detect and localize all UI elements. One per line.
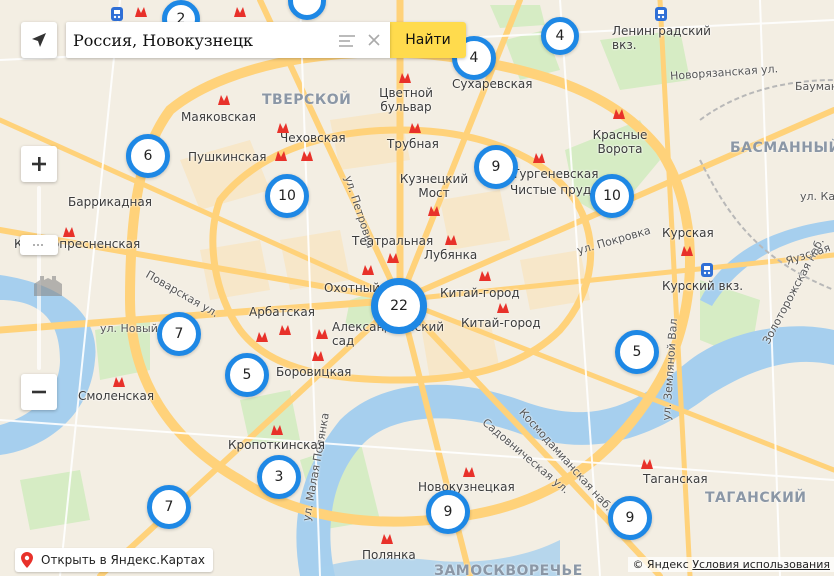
zoom-in-button[interactable] xyxy=(21,146,57,182)
station-mayakovskaya: Маяковская xyxy=(181,110,257,124)
metro-icon xyxy=(409,123,421,133)
cluster-marker[interactable]: 4 xyxy=(541,17,579,55)
railway-icon xyxy=(111,7,123,21)
metro-icon xyxy=(399,73,411,83)
railway-icon xyxy=(655,7,667,21)
cluster-marker[interactable]: 7 xyxy=(157,312,201,356)
station-kitay-gorod-1: Китай-город xyxy=(440,286,520,300)
metro-icon xyxy=(234,7,246,17)
grip-icon xyxy=(33,244,43,246)
metro-icon xyxy=(113,377,125,387)
station-polyanka: Полянка xyxy=(362,548,416,562)
metro-icon xyxy=(387,253,399,263)
metro-icon xyxy=(613,109,625,119)
street-kazakova: ул. Казакова xyxy=(800,190,834,203)
clear-icon[interactable] xyxy=(366,32,382,48)
search-bar: Найти xyxy=(21,22,466,58)
metro-icon xyxy=(256,332,268,342)
station-tsvetnoy-bulvar: Цветной бульвар xyxy=(379,86,433,114)
station-kropotkinskaya: Кропоткинская xyxy=(228,438,325,452)
district-basmanny: БАСМАННЫЙ xyxy=(730,140,834,156)
metro-icon xyxy=(312,351,324,361)
cluster-marker[interactable]: 9 xyxy=(608,496,652,540)
cluster-marker[interactable]: 3 xyxy=(257,455,301,499)
cluster-marker[interactable]: 10 xyxy=(265,174,309,218)
metro-icon xyxy=(479,271,491,281)
list-icon[interactable] xyxy=(338,32,356,48)
station-arbatskaya: Арбатская xyxy=(249,305,315,319)
metro-icon xyxy=(218,95,230,105)
zoom-out-button[interactable] xyxy=(21,374,57,410)
cluster-marker[interactable]: 9 xyxy=(426,490,470,534)
street-baumanskaya: Бауманская xyxy=(795,80,834,93)
search-button[interactable]: Найти xyxy=(390,22,466,58)
cluster-marker[interactable]: 6 xyxy=(126,134,170,178)
cluster-marker[interactable]: 5 xyxy=(615,330,659,374)
cluster-marker[interactable]: 7 xyxy=(147,485,191,529)
station-krasnye-vorota: Красные Ворота xyxy=(592,128,648,156)
zoom-out-icon xyxy=(32,390,46,394)
metro-icon xyxy=(533,153,545,163)
station-sukharevskaya: Сухаревская xyxy=(452,77,533,91)
station-kitay-gorod-2: Китай-город xyxy=(461,316,541,330)
station-turgenevskaya: Тургеневская xyxy=(512,167,599,181)
metro-icon xyxy=(445,235,457,245)
station-kurskaya: Курская xyxy=(662,226,714,240)
station-kuznetsky-most: Кузнецкий Мост xyxy=(399,172,469,200)
zoom-slider-handle[interactable] xyxy=(20,235,58,255)
station-taganskaya: Таганская xyxy=(643,472,708,486)
station-smolenskaya: Смоленская xyxy=(78,389,155,403)
metro-icon xyxy=(641,459,653,469)
geolocation-icon xyxy=(32,33,46,47)
metro-icon xyxy=(277,123,289,133)
metro-icon xyxy=(316,329,328,339)
search-input[interactable] xyxy=(66,29,325,51)
search-field-container xyxy=(66,22,390,58)
map-pin-icon xyxy=(21,552,33,568)
cluster-marker[interactable]: 22 xyxy=(371,278,427,334)
copyright-text: © Яндекс xyxy=(632,558,689,571)
metro-icon xyxy=(135,7,147,17)
station-novokuznetskaya: Новокузнецкая xyxy=(418,480,515,494)
geolocation-button[interactable] xyxy=(21,22,57,58)
district-tagansky: ТАГАНСКИЙ xyxy=(705,490,807,506)
open-in-yandex-maps-label: Открыть в Яндекс.Картах xyxy=(41,553,205,567)
metro-icon xyxy=(275,151,287,161)
metro-icon xyxy=(497,303,509,313)
district-tverskoy: ТВЕРСКОЙ xyxy=(262,92,352,108)
metro-icon xyxy=(428,206,440,216)
metro-icon xyxy=(301,151,313,161)
metro-icon xyxy=(279,325,291,335)
terms-of-use-link[interactable]: Условия использования xyxy=(692,558,830,571)
cluster-marker[interactable]: 5 xyxy=(225,353,269,397)
open-in-yandex-maps-link[interactable]: Открыть в Яндекс.Картах xyxy=(15,548,213,572)
metro-icon xyxy=(271,425,283,435)
station-borovitskaya: Боровицкая xyxy=(276,365,352,379)
metro-icon xyxy=(362,265,374,275)
railway-icon xyxy=(701,263,713,277)
district-zamoskvorechye: ЗАМОСКВОРЕЧЬЕ xyxy=(434,563,583,576)
metro-icon xyxy=(681,246,693,256)
zoom-level-marker-icon xyxy=(34,276,62,296)
metro-icon xyxy=(381,534,393,544)
station-teatralnaya: Театральная xyxy=(352,234,434,248)
station-leningradsky-vokzal: Ленинградский вкз. xyxy=(612,24,711,52)
station-barrikadnaya: Баррикадная xyxy=(68,195,152,209)
cluster-marker[interactable]: 9 xyxy=(474,145,518,189)
map-canvas[interactable]: ТВЕРСКОЙ БАСМАННЫЙ ТАГАНСКИЙ ЗАМОСКВОРЕЧ… xyxy=(0,0,834,576)
zoom-in-icon xyxy=(32,157,46,171)
cluster-marker[interactable]: 10 xyxy=(590,174,634,218)
copyright: © Яндекс Условия использования xyxy=(628,557,834,572)
station-trubnaya: Трубная xyxy=(387,137,439,151)
station-pushkinskaya: Пушкинская xyxy=(188,150,267,164)
station-kursky-vokzal: Курский вкз. xyxy=(662,279,744,293)
station-chistye-prudy: Чистые пруды xyxy=(510,183,601,197)
metro-icon xyxy=(63,227,75,237)
metro-icon xyxy=(463,467,475,477)
station-lubyanka: Лубянка xyxy=(424,248,478,262)
